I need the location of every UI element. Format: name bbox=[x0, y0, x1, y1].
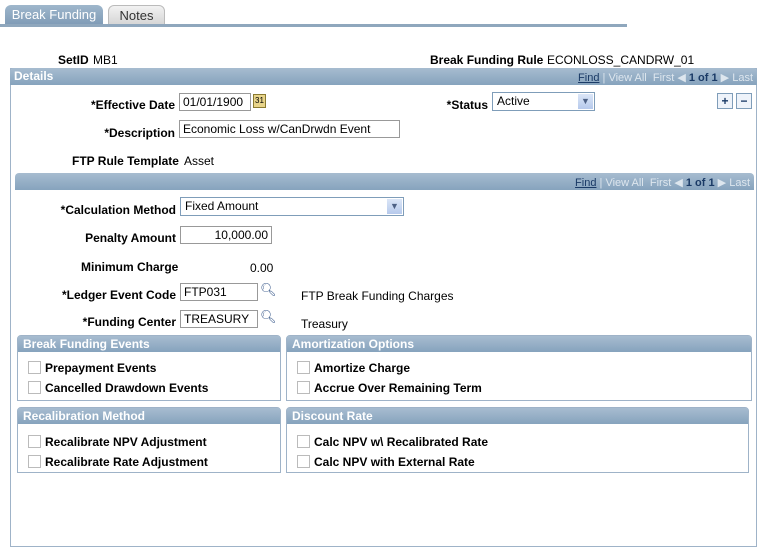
penalty-label: Penalty Amount bbox=[85, 231, 176, 245]
row-count: 1 of 1 bbox=[688, 72, 718, 84]
funding-center-input[interactable]: TREASURY bbox=[180, 310, 258, 328]
group-title: Amortization Options bbox=[287, 336, 751, 352]
first-link: First bbox=[652, 72, 675, 84]
delete-row-button[interactable]: − bbox=[736, 93, 752, 109]
add-row-button[interactable]: + bbox=[717, 93, 733, 109]
chevron-down-icon: ▼ bbox=[578, 94, 593, 109]
group-title: Recalibration Method bbox=[18, 408, 280, 424]
last-link: Last bbox=[732, 72, 753, 84]
group-amortization-options: Amortization Options Amortize Charge Acc… bbox=[286, 335, 752, 401]
ledger-label: *Ledger Event Code bbox=[61, 288, 176, 302]
effective-date-label: *Effective Date bbox=[90, 98, 175, 112]
find-link[interactable]: Find bbox=[575, 177, 596, 189]
status-value: Active bbox=[497, 94, 530, 108]
prev-icon: ◀ bbox=[677, 72, 686, 84]
template-label: FTP Rule Template bbox=[72, 154, 179, 168]
rule-label: Break Funding Rule bbox=[430, 53, 544, 67]
next-icon: ▶ bbox=[720, 72, 730, 84]
min-charge-value: 0.00 bbox=[250, 261, 274, 275]
next-icon: ▶ bbox=[717, 177, 727, 189]
penalty-input[interactable]: 10,000.00 bbox=[180, 226, 272, 244]
group-recalibration-method: Recalibration Method Recalibrate NPV Adj… bbox=[17, 407, 281, 473]
view-all-link: View All bbox=[608, 72, 647, 84]
checkbox-accrue-over-term[interactable]: Accrue Over Remaining Term bbox=[297, 381, 482, 395]
setid-label: SetID bbox=[58, 53, 89, 67]
tab-notes[interactable]: Notes bbox=[108, 5, 165, 25]
checkbox-cancelled-drawdown[interactable]: Cancelled Drawdown Events bbox=[28, 381, 208, 395]
min-charge-label: Minimum Charge bbox=[81, 260, 179, 274]
setid-value: MB1 bbox=[93, 53, 118, 67]
ledger-input[interactable]: FTP031 bbox=[180, 283, 258, 301]
tab-underline bbox=[0, 24, 627, 27]
details-header: Details Find | View All First ◀ 1 of 1 ▶… bbox=[10, 68, 757, 85]
view-all-link: View All bbox=[605, 177, 644, 189]
checkbox-npv-recalibrated[interactable]: Calc NPV w\ Recalibrated Rate bbox=[297, 435, 488, 449]
row-count: 1 of 1 bbox=[685, 177, 715, 189]
search-icon[interactable]: 🔍︎ bbox=[260, 282, 277, 298]
funding-center-desc: Treasury bbox=[301, 317, 348, 331]
find-link[interactable]: Find bbox=[578, 72, 599, 84]
checkbox-amortize-charge[interactable]: Amortize Charge bbox=[297, 361, 410, 375]
calc-method-select[interactable]: Fixed Amount ▼ bbox=[180, 197, 404, 216]
calc-method-value: Fixed Amount bbox=[185, 199, 259, 213]
status-select[interactable]: Active ▼ bbox=[492, 92, 595, 111]
prev-icon: ◀ bbox=[674, 177, 683, 189]
checkbox-recalibrate-rate[interactable]: Recalibrate Rate Adjustment bbox=[28, 455, 208, 469]
checkbox-prepayment[interactable]: Prepayment Events bbox=[28, 361, 156, 375]
sub-header: Find | View All First ◀ 1 of 1 ▶ Last bbox=[15, 173, 754, 190]
checkbox-npv-external[interactable]: Calc NPV with External Rate bbox=[297, 455, 475, 469]
calc-method-label: *Calculation Method bbox=[60, 203, 176, 217]
description-input[interactable]: Economic Loss w/CanDrwdn Event bbox=[179, 120, 400, 138]
effective-date-input[interactable]: 01/01/1900 bbox=[179, 93, 251, 111]
rule-value: ECONLOSS_CANDRW_01 bbox=[547, 53, 695, 67]
first-link: First bbox=[649, 177, 672, 189]
ledger-desc: FTP Break Funding Charges bbox=[301, 289, 454, 303]
calendar-icon[interactable]: 31 bbox=[253, 94, 266, 108]
status-label: *Status bbox=[446, 98, 488, 112]
search-icon[interactable]: 🔍︎ bbox=[260, 309, 277, 325]
last-link: Last bbox=[729, 177, 750, 189]
checkbox-recalibrate-npv[interactable]: Recalibrate NPV Adjustment bbox=[28, 435, 207, 449]
group-discount-rate: Discount Rate Calc NPV w\ Recalibrated R… bbox=[286, 407, 749, 473]
details-title: Details bbox=[14, 69, 54, 83]
chevron-down-icon: ▼ bbox=[387, 199, 402, 214]
group-break-funding-events: Break Funding Events Prepayment Events C… bbox=[17, 335, 281, 401]
funding-center-label: *Funding Center bbox=[82, 315, 176, 329]
group-title: Break Funding Events bbox=[18, 336, 280, 352]
description-label: *Description bbox=[104, 126, 175, 140]
tab-break-funding[interactable]: Break Funding bbox=[5, 5, 103, 25]
template-value: Asset bbox=[184, 154, 215, 168]
group-title: Discount Rate bbox=[287, 408, 748, 424]
